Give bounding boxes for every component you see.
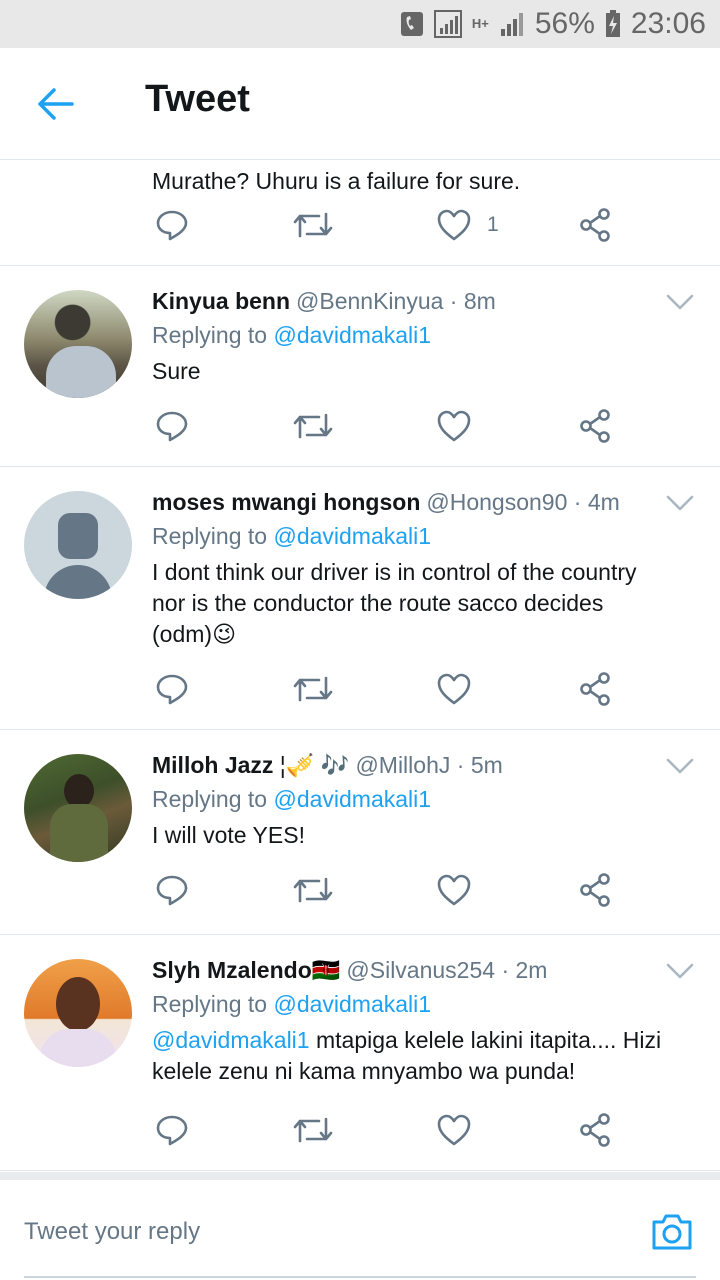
reply-icon[interactable] [152, 669, 192, 709]
retweet-icon[interactable] [293, 406, 333, 446]
wifi-call-icon [400, 11, 424, 37]
retweet-icon[interactable] [293, 1110, 333, 1150]
retweet-icon[interactable] [293, 669, 333, 709]
reply-icon[interactable] [152, 406, 192, 446]
heart-icon[interactable] [434, 870, 474, 910]
tweet-text: @davidmakali1 mtapiga kelele lakini itap… [152, 1025, 692, 1087]
tweet-header: Kinyua benn @BennKinyua · 8m [152, 288, 496, 314]
tweet-time: 8m [463, 288, 496, 314]
reply-input[interactable]: Tweet your reply [24, 1218, 200, 1246]
tweet-text-line: nor is the conductor the route sacco dec… [152, 590, 604, 616]
avatar[interactable] [24, 959, 132, 1067]
clock: 23:06 [630, 7, 706, 40]
back-arrow-icon[interactable] [36, 84, 76, 124]
tweet-header: Milloh Jazz ¦🎺 🎶 @MillohJ · 5m [152, 752, 503, 778]
tweet-actions: 1 [0, 205, 720, 245]
kenya-flag-emoji: 🇰🇪 [311, 957, 341, 983]
tweet-actions [0, 870, 720, 910]
signal-strength-icon [433, 10, 462, 38]
user-handle[interactable]: @BennKinyua [296, 288, 443, 314]
user-handle[interactable]: @Silvanus254 [346, 957, 495, 983]
user-handle[interactable]: @Hongson90 [426, 489, 567, 515]
tweet-text: Sure [152, 358, 201, 384]
share-icon[interactable] [575, 406, 615, 446]
chevron-down-icon[interactable] [666, 961, 694, 981]
replying-to-mention[interactable]: @davidmakali1 [273, 786, 431, 812]
inline-mention[interactable]: @davidmakali1 [152, 1027, 310, 1053]
tweet-actions [0, 669, 720, 709]
tweet-text-line: (odm)😉 [152, 621, 237, 647]
tweet-card[interactable]: moses mwangi hongson @Hongson90 · 4m Repl… [0, 467, 720, 730]
replying-to-mention[interactable]: @davidmakali1 [273, 322, 431, 348]
input-underline [24, 1276, 696, 1278]
tweet-time: 5m [470, 752, 503, 778]
tweet-text-line: kelele zenu ni kama mnyambo wa punda! [152, 1058, 576, 1084]
retweet-icon[interactable] [293, 205, 333, 245]
page-title: Tweet [145, 78, 250, 120]
tweet-card[interactable]: Milloh Jazz ¦🎺 🎶 @MillohJ · 5m Replying t… [0, 730, 720, 935]
avatar[interactable] [24, 754, 132, 862]
default-avatar-icon[interactable] [24, 491, 132, 599]
heart-icon[interactable] [434, 205, 474, 245]
reply-icon[interactable] [152, 1110, 192, 1150]
reply-icon[interactable] [152, 870, 192, 910]
avatar[interactable] [24, 290, 132, 398]
heart-icon[interactable] [434, 1110, 474, 1150]
tweet-card[interactable]: Slyh Mzalendo🇰🇪 @Silvanus254 · 2m Replyin… [0, 935, 720, 1171]
replying-to: Replying to @davidmakali1 [152, 523, 432, 549]
winking-emoji: 😉 [212, 621, 237, 647]
tweet-actions [0, 406, 720, 446]
tweet-text-line: I dont think our driver is in control of… [152, 559, 637, 585]
battery-percentage: 56% [534, 7, 595, 40]
tweet-actions [0, 1110, 720, 1150]
tweet-text: I dont think our driver is in control of… [152, 557, 692, 650]
top-app-bar: Tweet [0, 48, 720, 160]
status-bar: H+ 56% 23:06 [0, 0, 720, 48]
camera-icon[interactable] [650, 1212, 694, 1252]
user-handle[interactable]: @MillohJ [355, 752, 450, 778]
tweet-card[interactable]: Kinyua benn @BennKinyua · 8m Replying to … [0, 266, 720, 467]
tweet-partial[interactable]: Murathe? Uhuru is a failure for sure. 1 [0, 160, 720, 266]
replying-to: Replying to @davidmakali1 [152, 991, 432, 1017]
reply-composer: Tweet your reply [0, 1172, 720, 1280]
display-name[interactable]: Milloh Jazz [152, 752, 273, 778]
chevron-down-icon[interactable] [666, 292, 694, 312]
replying-to-mention[interactable]: @davidmakali1 [273, 991, 431, 1017]
battery-charging-icon [605, 10, 621, 38]
heart-icon[interactable] [434, 669, 474, 709]
chevron-down-icon[interactable] [666, 756, 694, 776]
cell-signal-icon [499, 11, 525, 37]
share-icon[interactable] [575, 870, 615, 910]
tweet-header: Slyh Mzalendo🇰🇪 @Silvanus254 · 2m [152, 957, 548, 983]
name-emoji: ¦🎺 🎶 [279, 752, 350, 778]
tweet-time: 4m [587, 489, 620, 515]
retweet-icon[interactable] [293, 870, 333, 910]
tweet-header: moses mwangi hongson @Hongson90 · 4m [152, 489, 620, 515]
network-type-label: H+ [471, 16, 489, 31]
tweet-text-line: @davidmakali1 mtapiga kelele lakini itap… [152, 1027, 662, 1053]
share-icon[interactable] [575, 669, 615, 709]
share-icon[interactable] [575, 205, 615, 245]
tweet-time: 2m [515, 957, 548, 983]
tweet-text: Murathe? Uhuru is a failure for sure. [152, 168, 521, 194]
like-count: 1 [487, 213, 499, 236]
display-name[interactable]: Kinyua benn [152, 288, 290, 314]
avatar-figure [46, 346, 116, 398]
tweet-text: I will vote YES! [152, 822, 305, 848]
replying-to-mention[interactable]: @davidmakali1 [273, 523, 431, 549]
chevron-down-icon[interactable] [666, 493, 694, 513]
reply-icon[interactable] [152, 205, 192, 245]
replying-to: Replying to @davidmakali1 [152, 786, 432, 812]
display-name[interactable]: Slyh Mzalendo [152, 957, 312, 983]
replying-to: Replying to @davidmakali1 [152, 322, 432, 348]
share-icon[interactable] [575, 1110, 615, 1150]
replies-feed[interactable]: Murathe? Uhuru is a failure for sure. 1 … [0, 160, 720, 1172]
display-name[interactable]: moses mwangi hongson [152, 489, 420, 515]
heart-icon[interactable] [434, 406, 474, 446]
